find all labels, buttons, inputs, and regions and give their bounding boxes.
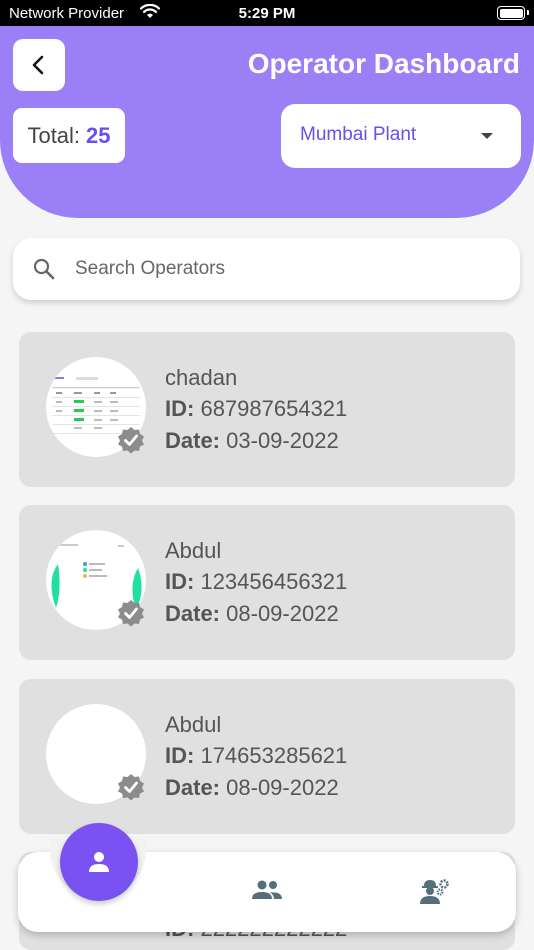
operator-name: Abdul bbox=[165, 538, 222, 563]
date-value: 08-09-2022 bbox=[226, 601, 339, 626]
verified-badge-icon bbox=[118, 774, 144, 801]
page-title: Operator Dashboard bbox=[247, 48, 520, 79]
operator-id: ID: 687987654321 bbox=[165, 396, 347, 422]
id-value: 123456456321 bbox=[200, 569, 348, 594]
plant-dropdown-value: Mumbai Plant bbox=[300, 124, 417, 145]
status-bar: Network Provider 5:29 PM bbox=[0, 0, 534, 26]
caret-down-icon bbox=[481, 133, 493, 139]
id-value: 174653285621 bbox=[200, 743, 348, 768]
total-label: Total: bbox=[27, 122, 81, 148]
operator-id: ID: 123456456321 bbox=[165, 569, 347, 595]
engineer-settings-icon[interactable] bbox=[418, 878, 450, 906]
operator-date: Date: 08-09-2022 bbox=[165, 775, 339, 801]
operator-date: Date: 08-09-2022 bbox=[165, 601, 339, 627]
battery-icon bbox=[497, 6, 529, 20]
status-time: 5:29 PM bbox=[238, 5, 296, 22]
verified-badge-icon bbox=[118, 427, 144, 454]
date-value: 08-09-2022 bbox=[226, 775, 339, 800]
total-count-box: Total: 25 bbox=[13, 108, 125, 163]
search-bar bbox=[13, 238, 520, 300]
operator-name: chadan bbox=[165, 365, 238, 390]
id-label: ID: bbox=[165, 569, 195, 594]
date-label: Date: bbox=[165, 601, 221, 626]
date-label: Date: bbox=[165, 775, 221, 800]
operator-id: ID: 174653285621 bbox=[165, 743, 347, 769]
search-input[interactable] bbox=[75, 250, 495, 288]
dashboard-header: Operator Dashboard Total: 25 Mumbai Plan… bbox=[0, 26, 534, 218]
back-button[interactable] bbox=[13, 39, 65, 91]
plant-dropdown[interactable]: Mumbai Plant bbox=[281, 104, 521, 168]
operator-card[interactable]: chadan ID: 687987654321 Date: 03-09-2022 bbox=[19, 332, 515, 487]
operator-card[interactable]: Abdul ID: 123456456321 Date: 08-09-2022 bbox=[19, 505, 515, 660]
operator-card[interactable]: Abdul ID: 174653285621 Date: 08-09-2022 bbox=[19, 679, 515, 834]
chevron-left-icon bbox=[32, 55, 44, 75]
search-icon bbox=[33, 258, 55, 280]
operator-name: Abdul bbox=[165, 712, 222, 737]
date-label: Date: bbox=[165, 428, 221, 453]
verified-badge-icon bbox=[118, 600, 144, 627]
id-label: ID: bbox=[165, 743, 195, 768]
person-nav-button[interactable] bbox=[60, 823, 138, 901]
person-icon bbox=[89, 852, 109, 872]
id-label: ID: bbox=[165, 396, 195, 421]
date-value: 03-09-2022 bbox=[226, 428, 339, 453]
operator-date: Date: 03-09-2022 bbox=[165, 428, 339, 454]
group-icon[interactable] bbox=[251, 878, 283, 902]
id-value: 687987654321 bbox=[200, 396, 348, 421]
total-value: 25 bbox=[86, 122, 111, 148]
